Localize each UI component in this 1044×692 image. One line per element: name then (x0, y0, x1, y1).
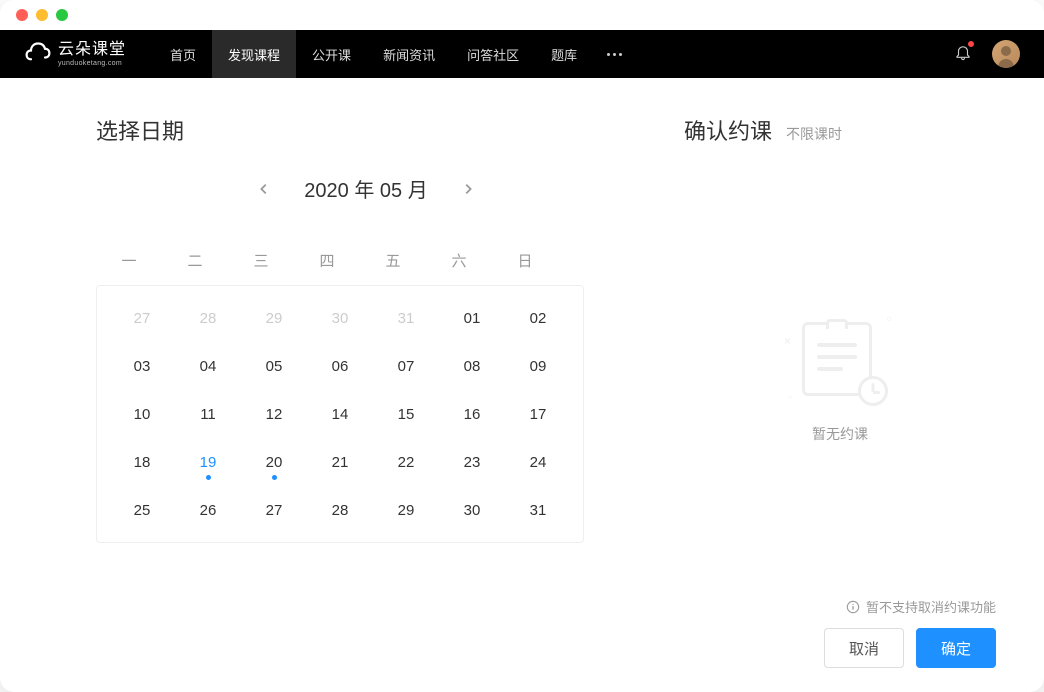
calendar-day[interactable]: 24 (505, 438, 571, 486)
nav-item[interactable]: 公开课 (296, 30, 367, 78)
calendar-day[interactable]: 26 (175, 486, 241, 534)
app-window: 云朵课堂 yunduoketang.com 首页发现课程公开课新闻资讯问答社区题… (0, 0, 1044, 692)
calendar-day[interactable]: 18 (109, 438, 175, 486)
weekday-label: 三 (228, 235, 294, 285)
calendar-day: 31 (373, 294, 439, 342)
calendar-day[interactable]: 16 (439, 390, 505, 438)
weekday-label: 五 (360, 235, 426, 285)
calendar-day[interactable]: 28 (307, 486, 373, 534)
calendar-day[interactable]: 21 (307, 438, 373, 486)
confirm-panel: 确认约课 不限课时 × ○ ○ 暂无约课 (684, 78, 1044, 692)
calendar-day[interactable]: 11 (175, 390, 241, 438)
notification-dot-icon (968, 41, 974, 47)
confirm-title: 确认约课 (684, 114, 772, 146)
prev-month-button[interactable] (250, 175, 278, 203)
weekday-label: 一 (96, 235, 162, 285)
calendar-day[interactable]: 22 (373, 438, 439, 486)
cancel-button[interactable]: 取消 (824, 628, 904, 668)
calendar-day[interactable]: 14 (307, 390, 373, 438)
empty-clipboard-icon: × ○ ○ (790, 308, 890, 408)
confirm-button[interactable]: 确定 (916, 628, 996, 668)
current-month-label: 2020 年 05 月 (304, 174, 427, 203)
user-avatar[interactable] (992, 40, 1020, 68)
logo-cloud-icon (24, 40, 52, 68)
confirm-subtitle: 不限课时 (786, 124, 842, 144)
calendar-day[interactable]: 08 (439, 342, 505, 390)
nav-item[interactable]: 发现课程 (212, 30, 296, 78)
calendar-day[interactable]: 17 (505, 390, 571, 438)
next-month-button[interactable] (454, 175, 482, 203)
weekday-header: 一二三四五六日 (96, 235, 636, 285)
window-titlebar (0, 0, 1044, 30)
calendar-day[interactable]: 29 (373, 486, 439, 534)
top-nav: 云朵课堂 yunduoketang.com 首页发现课程公开课新闻资讯问答社区题… (0, 30, 1044, 78)
nav-item[interactable]: 新闻资讯 (367, 30, 451, 78)
calendar-day[interactable]: 07 (373, 342, 439, 390)
weekday-label: 四 (294, 235, 360, 285)
calendar-day[interactable]: 19 (175, 438, 241, 486)
calendar-day[interactable]: 04 (175, 342, 241, 390)
weekday-label: 日 (492, 235, 558, 285)
calendar-day: 30 (307, 294, 373, 342)
calendar-day[interactable]: 30 (439, 486, 505, 534)
calendar-day[interactable]: 15 (373, 390, 439, 438)
weekday-label: 二 (162, 235, 228, 285)
calendar-day: 27 (109, 294, 175, 342)
calendar-day[interactable]: 09 (505, 342, 571, 390)
calendar-day[interactable]: 05 (241, 342, 307, 390)
nav-item[interactable]: 首页 (154, 30, 212, 78)
calendar-grid: 2728293031010203040506070809101112141516… (109, 294, 571, 534)
calendar-day: 29 (241, 294, 307, 342)
info-icon (846, 600, 860, 614)
logo-subtext: yunduoketang.com (58, 60, 126, 67)
select-date-title: 选择日期 (96, 114, 636, 146)
weekday-label: 六 (426, 235, 492, 285)
calendar-day[interactable]: 20 (241, 438, 307, 486)
nav-more-button[interactable] (593, 53, 636, 56)
window-maximize-icon[interactable] (56, 9, 68, 21)
calendar-day[interactable]: 12 (241, 390, 307, 438)
date-picker-panel: 选择日期 2020 年 05 月 一二三四五六日 272829303101020… (0, 78, 684, 692)
calendar-day[interactable]: 03 (109, 342, 175, 390)
cancel-hint: 暂不支持取消约课功能 (684, 597, 996, 616)
notifications-bell-icon[interactable] (954, 43, 972, 66)
logo[interactable]: 云朵课堂 yunduoketang.com (24, 40, 126, 68)
calendar-day: 28 (175, 294, 241, 342)
nav-item[interactable]: 问答社区 (451, 30, 535, 78)
calendar-day[interactable]: 23 (439, 438, 505, 486)
window-minimize-icon[interactable] (36, 9, 48, 21)
empty-text: 暂无约课 (812, 424, 868, 444)
calendar-day[interactable]: 25 (109, 486, 175, 534)
calendar-day[interactable]: 10 (109, 390, 175, 438)
logo-text: 云朵课堂 (58, 42, 126, 58)
calendar-day[interactable]: 01 (439, 294, 505, 342)
calendar-day[interactable]: 27 (241, 486, 307, 534)
window-close-icon[interactable] (16, 9, 28, 21)
calendar-day[interactable]: 06 (307, 342, 373, 390)
calendar-day[interactable]: 31 (505, 486, 571, 534)
nav-item[interactable]: 题库 (535, 30, 593, 78)
calendar-day[interactable]: 02 (505, 294, 571, 342)
empty-state: × ○ ○ 暂无约课 (684, 154, 996, 597)
